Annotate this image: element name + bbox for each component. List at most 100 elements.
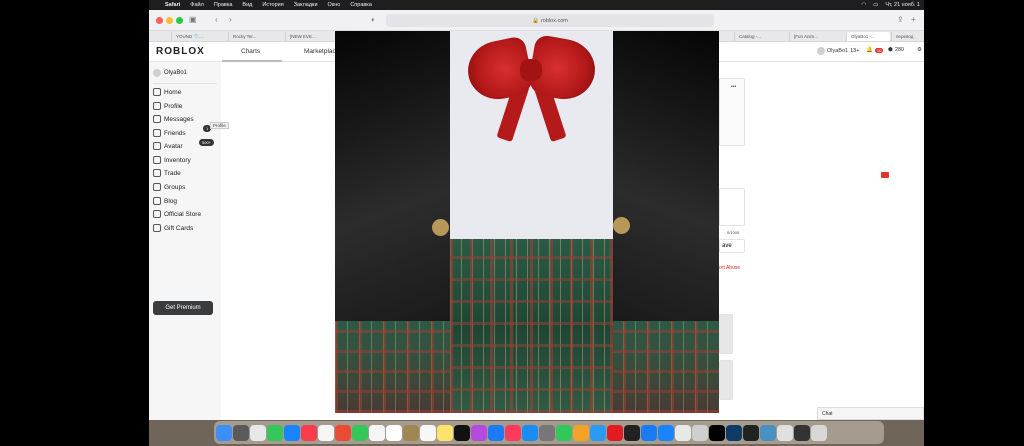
profile-tooltip: Profile [210, 122, 229, 129]
notes-icon[interactable] [403, 424, 419, 441]
capcut-2-icon[interactable] [743, 424, 759, 441]
battery-icon[interactable]: ▭ [873, 2, 878, 8]
menu-bookmarks[interactable]: Закладки [294, 2, 318, 8]
more-options-icon[interactable]: ••• [731, 84, 736, 90]
sidebar-item-groups[interactable]: Groups [153, 181, 185, 193]
menu-history[interactable]: История [262, 2, 283, 8]
window-thumbnail-icon[interactable] [777, 424, 793, 441]
sidebar-item-label: Profile [164, 102, 183, 110]
header-user[interactable]: OlyaBo1 13+ [817, 47, 859, 55]
screenshot-icon[interactable] [233, 424, 249, 441]
pages-icon[interactable] [573, 424, 589, 441]
tab-label: OlyaBo1 -... [851, 34, 875, 39]
app-icon[interactable] [726, 424, 742, 441]
menu-edit[interactable]: Правка [214, 2, 233, 8]
podcasts-icon[interactable] [471, 424, 487, 441]
stickies-icon[interactable] [437, 424, 453, 441]
tab-label: [NEW EVE... [290, 34, 316, 39]
downloads-icon[interactable] [760, 424, 776, 441]
minimize-window-button[interactable] [166, 17, 173, 24]
address-bar[interactable]: 🔒 roblox.com [386, 14, 714, 27]
reminders-icon[interactable] [420, 424, 436, 441]
get-premium-button[interactable]: Get Premium [153, 301, 213, 315]
avatar-icon [153, 142, 161, 150]
close-window-button[interactable] [156, 17, 163, 24]
safari-2-icon[interactable] [658, 424, 674, 441]
app-store-icon[interactable] [522, 424, 538, 441]
safari-icon[interactable] [641, 424, 657, 441]
music-icon[interactable] [301, 424, 317, 441]
sidebar-item-label: Trade [164, 169, 181, 177]
menu-app-name[interactable]: Safari [165, 2, 180, 8]
shield-icon[interactable]: ◐ [371, 15, 376, 24]
sidebar-item-messages[interactable]: Messages [153, 113, 194, 125]
clock[interactable]: Чт, 21 нояб. 1 [885, 2, 920, 8]
sidebar-item-home[interactable]: Home [153, 86, 181, 98]
preview-2-icon[interactable] [692, 424, 708, 441]
tab-active[interactable]: OlyaBo1 -... [846, 32, 890, 41]
sidebar-item-inventory[interactable]: Inventory [153, 154, 191, 166]
new-tab-icon[interactable]: + [911, 15, 916, 24]
calendar-icon[interactable] [386, 424, 402, 441]
cursor-icon[interactable] [709, 424, 725, 441]
chat-bar[interactable]: Chat [817, 407, 924, 420]
tab[interactable]: [NEW EVE... [285, 32, 341, 41]
forward-arrow-icon[interactable]: › [229, 15, 232, 24]
sidebar-item-friends[interactable]: Friends [153, 127, 186, 139]
facetime-icon[interactable] [352, 424, 368, 441]
sidebar-item-official-store[interactable]: Official Store [153, 208, 201, 220]
zoom-window-button[interactable] [176, 17, 183, 24]
nav-charts[interactable]: Charts [241, 48, 260, 55]
capcut-icon[interactable] [624, 424, 640, 441]
back-arrow-icon[interactable]: ‹ [215, 15, 218, 24]
trash-icon[interactable] [811, 424, 827, 441]
mail-icon[interactable] [284, 424, 300, 441]
tab[interactable]: Rocky Ter... [228, 32, 284, 41]
roblox-logo[interactable]: ROBLOX [156, 46, 205, 57]
finder-blue-icon[interactable] [488, 424, 504, 441]
tab[interactable]: YOUND 👕... [171, 32, 227, 41]
tab[interactable]: [Fun Anim... [789, 32, 845, 41]
tab[interactable]: перевод [891, 32, 924, 41]
window-thumbnail-icon[interactable] [794, 424, 810, 441]
thumbnail-placeholder[interactable] [719, 314, 733, 354]
sidebar-item-blog[interactable]: Blog [153, 195, 177, 207]
notifications-button[interactable]: 🔔 10 [866, 47, 884, 53]
finder-icon[interactable] [216, 424, 232, 441]
save-label: ave [722, 243, 732, 249]
tab[interactable]: Catalog -... [734, 32, 790, 41]
maps-icon[interactable] [369, 424, 385, 441]
sidebar-toggle-icon[interactable]: ▣ [189, 15, 197, 24]
sidebar-item-gift-cards[interactable]: Gift Cards [153, 222, 193, 234]
sidebar-item-trade[interactable]: Trade [153, 167, 181, 179]
chrome-2-icon[interactable] [675, 424, 691, 441]
lock-icon: 🔒 [532, 17, 539, 24]
menu-help[interactable]: Справка [350, 2, 372, 8]
sidebar-user[interactable]: OlyaBo1 [153, 67, 187, 78]
share-icon[interactable]: ⇪ [897, 15, 904, 24]
numbers-icon[interactable] [556, 424, 572, 441]
sidebar-item-label: Inventory [164, 156, 191, 164]
description-textbox[interactable] [719, 188, 745, 226]
photos-icon[interactable] [318, 424, 334, 441]
report-abuse-link[interactable]: ort Abuse [719, 265, 740, 271]
messages-app-icon[interactable] [267, 424, 283, 441]
launchpad-icon[interactable] [250, 424, 266, 441]
thumbnail-placeholder[interactable] [719, 360, 733, 400]
wifi-icon[interactable]: ◠ [861, 2, 866, 8]
save-button[interactable]: ave [719, 239, 745, 253]
robux-button[interactable]: ⬢ 280 [888, 47, 904, 53]
chrome-icon[interactable] [335, 424, 351, 441]
preview-icon[interactable] [590, 424, 606, 441]
sidebar-item-avatar[interactable]: Avatar [153, 140, 183, 152]
system-settings-icon[interactable] [539, 424, 555, 441]
menu-file[interactable]: Файл [190, 2, 204, 8]
books-icon[interactable] [505, 424, 521, 441]
opera-icon[interactable] [607, 424, 623, 441]
menu-view[interactable]: Вид [242, 2, 252, 8]
apple-tv-icon[interactable] [454, 424, 470, 441]
menu-window[interactable]: Окно [328, 2, 341, 8]
sidebar-item-profile[interactable]: Profile [153, 100, 182, 112]
settings-icon[interactable]: ⚙ [917, 47, 922, 53]
youtube-icon[interactable] [881, 172, 889, 178]
